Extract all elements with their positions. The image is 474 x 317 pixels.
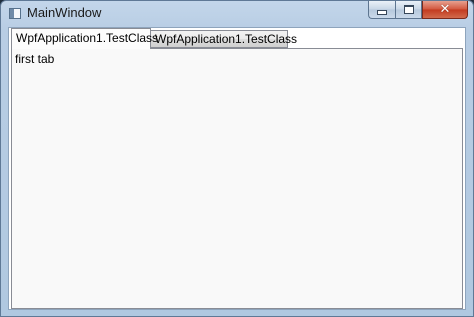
- minimize-button[interactable]: [368, 1, 395, 19]
- maximize-icon: [403, 5, 414, 14]
- tab-content-text: first tab: [15, 52, 55, 66]
- close-icon: ✕: [439, 2, 451, 17]
- main-window: MainWindow ✕ WpfApplication1.TestClass W…: [0, 0, 474, 317]
- client-area: WpfApplication1.TestClass WpfApplication…: [8, 27, 466, 310]
- app-window-icon[interactable]: [9, 8, 21, 19]
- title-bar[interactable]: MainWindow ✕: [1, 1, 473, 27]
- minimize-icon: [377, 10, 387, 15]
- tab-content-panel: first tab: [11, 48, 463, 309]
- maximize-button[interactable]: [395, 1, 422, 19]
- tab-strip: WpfApplication1.TestClass WpfApplication…: [9, 28, 465, 49]
- caption-buttons: ✕: [368, 1, 468, 20]
- tab-testclass-1[interactable]: WpfApplication1.TestClass: [11, 28, 158, 49]
- tab-testclass-2[interactable]: WpfApplication1.TestClass: [150, 30, 297, 48]
- close-button[interactable]: ✕: [422, 1, 468, 19]
- window-title: MainWindow: [27, 5, 102, 20]
